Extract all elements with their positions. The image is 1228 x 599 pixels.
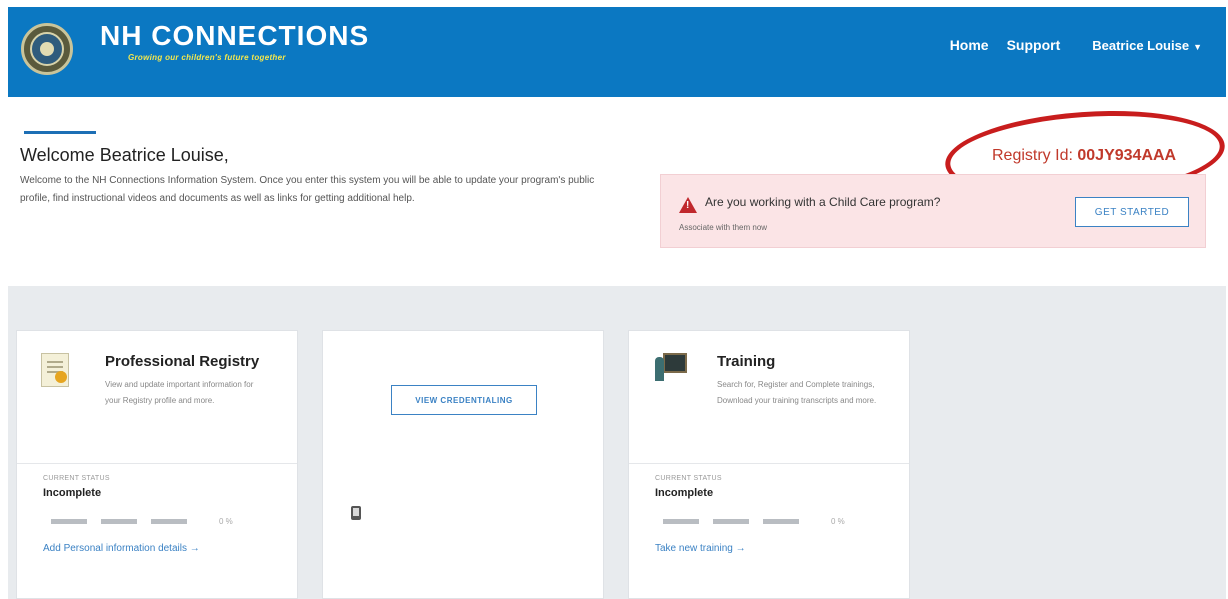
card-credentialing: VIEW CREDENTIALING xyxy=(322,330,604,599)
user-menu[interactable]: Beatrice Louise ▼ xyxy=(1092,38,1202,53)
teacher-board-icon xyxy=(655,353,689,381)
progress-percent: 0 % xyxy=(219,517,233,526)
card-divider xyxy=(629,463,909,464)
progress-percent: 0 % xyxy=(831,517,845,526)
mobile-phone-icon xyxy=(351,506,361,520)
add-personal-info-link[interactable]: Add Personal information details → xyxy=(43,543,200,554)
top-nav: Home Support Beatrice Louise ▼ xyxy=(950,37,1202,53)
alert-title: Are you working with a Child Care progra… xyxy=(705,195,941,209)
nav-support-link[interactable]: Support xyxy=(1007,37,1061,53)
alert-subtitle: Associate with them now xyxy=(679,223,768,232)
caret-down-icon: ▼ xyxy=(1193,41,1202,52)
card-professional-registry: Professional Registry View and update im… xyxy=(16,330,298,599)
progress-bar: 0 % xyxy=(663,517,845,526)
nav-home-link[interactable]: Home xyxy=(950,37,989,53)
card-description: View and update important information fo… xyxy=(105,380,254,405)
view-credentialing-button[interactable]: VIEW CREDENTIALING xyxy=(391,385,537,415)
get-started-button[interactable]: GET STARTED xyxy=(1075,197,1189,227)
welcome-text: Welcome to the NH Connections Informatio… xyxy=(20,175,595,204)
state-seal-logo[interactable] xyxy=(21,23,73,75)
child-care-alert: Are you working with a Child Care progra… xyxy=(660,174,1206,248)
card-divider xyxy=(17,463,297,464)
card-title: Training xyxy=(717,353,776,370)
top-header: NH CONNECTIONS Growing our children's fu… xyxy=(8,7,1226,97)
brand-title[interactable]: NH CONNECTIONS xyxy=(100,20,369,52)
card-description: Search for, Register and Complete traini… xyxy=(717,380,877,405)
page: NH CONNECTIONS Growing our children's fu… xyxy=(0,0,1228,599)
accent-divider xyxy=(24,131,96,134)
status-value: Incomplete xyxy=(655,487,714,499)
status-label: CURRENT STATUS xyxy=(655,475,722,482)
status-label: CURRENT STATUS xyxy=(43,475,110,482)
card-training: Training Search for, Register and Comple… xyxy=(628,330,910,599)
welcome-title: Welcome Beatrice Louise, xyxy=(20,145,229,165)
take-new-training-link[interactable]: Take new training → xyxy=(655,543,746,554)
status-value: Incomplete xyxy=(43,487,102,499)
user-name: Beatrice Louise xyxy=(1092,37,1190,53)
brand: NH CONNECTIONS Growing our children's fu… xyxy=(100,20,369,62)
progress-bar: 0 % xyxy=(51,517,233,526)
card-title: Professional Registry xyxy=(105,353,260,370)
warning-icon xyxy=(679,197,697,213)
brand-tagline: Growing our children's future together xyxy=(128,53,286,62)
